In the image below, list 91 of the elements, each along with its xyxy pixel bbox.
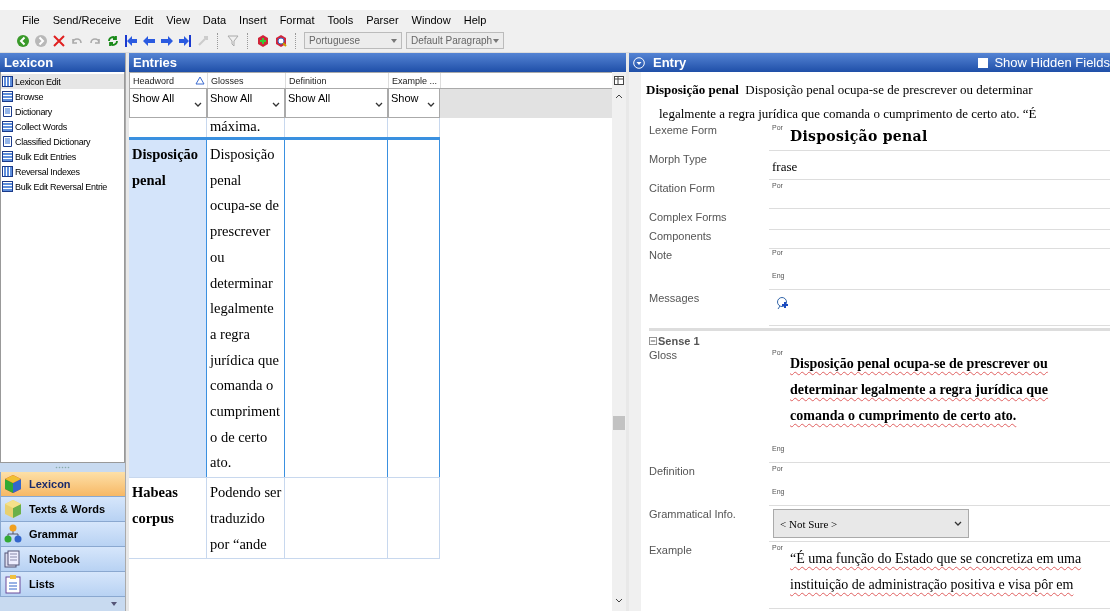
column-header[interactable]: Headword (130, 73, 208, 88)
menu-item[interactable]: View (166, 13, 196, 26)
area-button[interactable]: Grammar (0, 522, 125, 547)
field-value[interactable]: Disposição penal (790, 128, 928, 144)
filter-dropdown[interactable]: Show All (129, 89, 207, 118)
scrollbar-thumb[interactable] (613, 416, 625, 430)
field-label: Morph Type (649, 152, 708, 167)
menu-item[interactable]: Help (463, 13, 493, 26)
gloss-cell-text: Disposição penal ocupa-se de prescrever ou determinar legalmente a regra jurídica que comanda o cumprimento de certo ato. (210, 145, 282, 473)
cube-icon (3, 474, 23, 494)
gloss-cell-text: máxima. (210, 118, 262, 136)
filter-dropdown[interactable]: Show All (207, 89, 285, 118)
pane-title: Lexicon (0, 53, 125, 72)
menu-item[interactable]: Tools (327, 13, 360, 26)
field-value[interactable]: “É uma função do Estado que se concretiza em uma instituição de administração positiva e visa pôr em (790, 546, 1110, 598)
area-button[interactable]: Lists (0, 572, 125, 597)
add-comment-icon[interactable] (776, 296, 790, 310)
tool-item[interactable]: Bulk Edit Reversal Entrie (1, 179, 124, 194)
menu-item[interactable]: Window (411, 13, 457, 26)
grid-icon (2, 76, 13, 87)
dropdown-arrow-icon (391, 38, 397, 43)
sort-arrow-icon (195, 76, 205, 85)
pane-title: Entry (653, 54, 687, 72)
writing-system-dropdown[interactable]: Portuguese (304, 32, 402, 49)
chevron-down-icon (954, 521, 962, 526)
menu-item[interactable]: Format (279, 13, 321, 26)
field-label: Definition (649, 464, 696, 479)
scroll-up-icon[interactable] (615, 94, 623, 99)
tool-item[interactable]: Reversal Indexes (1, 164, 124, 179)
last-icon[interactable] (178, 33, 192, 48)
next-icon[interactable] (160, 33, 174, 48)
menu-item[interactable]: Insert (239, 13, 273, 26)
menu-item[interactable]: Data (202, 13, 233, 26)
chevron-down-icon (194, 102, 202, 107)
chevron-down-icon (375, 102, 383, 107)
dropdown-arrow-icon (493, 38, 499, 43)
headword-cell-text: Disposição penal (132, 145, 200, 190)
gloss-cell-text: Podendo ser traduzido por “ande (210, 483, 282, 554)
checkbox-label[interactable]: Show Hidden Fields (994, 53, 1110, 72)
field-label: Complex Forms (649, 210, 728, 225)
headword-cell-text: Habeas corpus (132, 483, 179, 528)
area-button[interactable]: Lexicon (0, 472, 125, 497)
area-button[interactable]: Notebook (0, 547, 125, 572)
tool-item[interactable]: Collect Words (1, 119, 124, 134)
field-label: Messages (649, 291, 701, 306)
tool-item[interactable]: Lexicon Edit (1, 74, 124, 89)
tool-item[interactable]: Bulk Edit Entries (1, 149, 124, 164)
style-dropdown[interactable]: Default Paragraph (406, 32, 504, 49)
field-label: Components (649, 229, 713, 244)
column-header[interactable]: Example ... (389, 73, 441, 88)
first-icon[interactable] (124, 33, 138, 48)
pane-title: Entries (129, 53, 626, 72)
checkbox[interactable] (978, 57, 989, 68)
field-label: Gloss (649, 348, 679, 363)
menu-item[interactable]: Send/Receive (52, 13, 128, 26)
column-chooser-icon[interactable] (614, 76, 624, 86)
scroll-down-icon[interactable] (615, 598, 623, 603)
field-label: Note (649, 248, 674, 263)
area-button[interactable]: Texts & Words (0, 497, 125, 522)
column-header[interactable]: Definition (286, 73, 389, 88)
grammatical-info-dropdown[interactable]: < Not Sure > (773, 509, 969, 538)
insert-entry-icon[interactable] (256, 33, 270, 48)
tool-item[interactable]: Browse (1, 89, 124, 104)
field-value[interactable]: frase (772, 159, 1110, 175)
field-label: Example (649, 543, 693, 558)
cube-icon (3, 499, 23, 519)
field-value[interactable]: Disposição penal ocupa-se de prescrever ou determinar legalmente a regra jurídica que comanda o cumprimento de certo ato. (790, 351, 1110, 429)
menu-item[interactable]: Parser (366, 13, 405, 26)
filter-dropdown[interactable]: Show All (285, 89, 388, 118)
chevron-down-icon (272, 102, 280, 107)
notebook-icon (3, 549, 23, 569)
entry-summary: Disposição penal Disposição penal ocupa-se de prescrever ou determinar legalmente a regra jurídica que comanda o cumprimento de certo ato. “É (645, 81, 1038, 122)
delete-icon[interactable] (52, 33, 66, 48)
refresh-icon[interactable] (106, 33, 120, 48)
field-label: Lexeme Form (649, 123, 718, 138)
back-icon[interactable] (16, 33, 30, 48)
column-header[interactable]: Glosses (208, 73, 286, 88)
sense-heading: Sense 1 (658, 334, 700, 347)
filter-dropdown[interactable]: Show (388, 89, 440, 118)
collapse-icon[interactable] (649, 336, 657, 345)
menu-item[interactable]: Edit (134, 13, 160, 26)
tool-item[interactable]: Classified Dictionary (1, 134, 124, 149)
chevron-down-icon (427, 102, 435, 107)
menu-item[interactable]: File (22, 13, 46, 26)
chevron-down-icon[interactable] (111, 602, 117, 606)
field-label: Grammatical Info. (649, 507, 737, 522)
tool-item[interactable]: Dictionary (1, 104, 124, 119)
find-entry-icon[interactable] (274, 33, 288, 48)
clipboard-icon (3, 574, 23, 594)
field-label: Citation Form (649, 181, 717, 196)
hierarchy-icon (3, 524, 23, 544)
